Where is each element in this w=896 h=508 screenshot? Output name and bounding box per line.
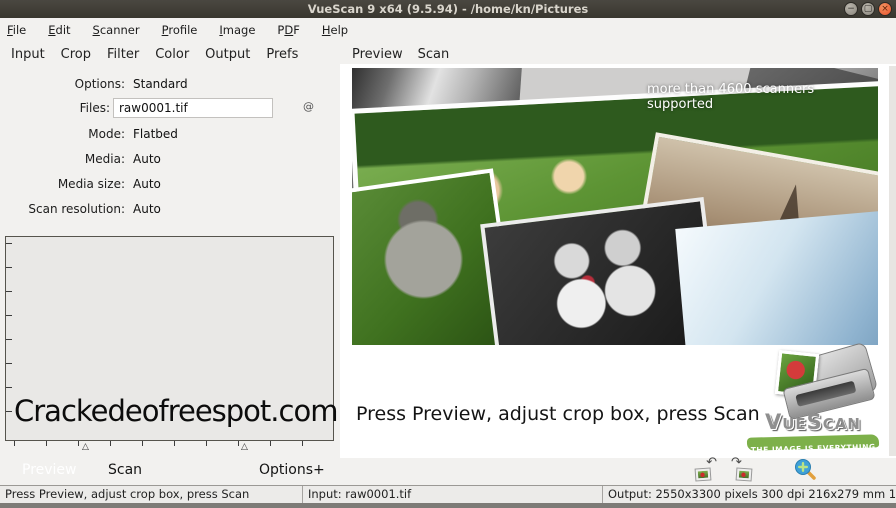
crop-marker-left[interactable]: △ (82, 442, 89, 452)
vuescan-window: VueScan 9 x64 (9.5.94) - /home/kn/Pictur… (0, 0, 896, 508)
files-label: Files: (79, 101, 110, 115)
preview-thumbnail-box[interactable]: Crackedeofreespot.com (5, 236, 338, 441)
tab-filter[interactable]: Filter (107, 47, 139, 62)
rotate-left-icon[interactable]: ↶ (694, 455, 717, 482)
menu-edit[interactable]: Edit (45, 22, 73, 38)
magnifier-glyph (795, 459, 816, 480)
media-value[interactable]: Auto (133, 149, 161, 169)
maximize-button[interactable]: ▢ (861, 2, 875, 16)
tab-scan[interactable]: Scan (418, 47, 450, 62)
zoom-in-icon[interactable] (793, 457, 817, 481)
logo-tagline-band: THE IMAGE IS EVERYTHING (746, 434, 880, 455)
at-button[interactable]: @ (303, 100, 314, 113)
vertical-ruler (6, 243, 12, 432)
rotate-right-icon[interactable]: ↷ (731, 455, 753, 482)
tab-crop[interactable]: Crop (61, 47, 91, 62)
window-title: VueScan 9 x64 (9.5.94) - /home/kn/Pictur… (307, 2, 589, 16)
scrollbar[interactable] (889, 66, 896, 456)
tab-input[interactable]: Input (11, 47, 45, 62)
menu-help[interactable]: Help (319, 22, 351, 38)
close-button[interactable]: × (878, 2, 892, 16)
tab-prefs[interactable]: Prefs (266, 47, 298, 62)
options-plus-button[interactable]: Options+ (259, 462, 325, 478)
scanner-slot (795, 380, 857, 407)
mode-value[interactable]: Flatbed (133, 124, 178, 144)
status-bar: Press Preview, adjust crop box, press Sc… (0, 485, 896, 503)
menu-pdf[interactable]: PDF (274, 22, 302, 38)
horizontal-ruler (14, 441, 326, 446)
tab-color[interactable]: Color (155, 47, 189, 62)
status-output: Output: 2550x3300 pixels 300 dpi 216x279… (602, 486, 896, 503)
rotate-left-photo-glyph (694, 467, 712, 482)
crop-marker-right[interactable]: △ (241, 442, 248, 452)
tab-preview[interactable]: Preview (352, 47, 403, 62)
scan-resolution-value[interactable]: Auto (133, 199, 161, 219)
preview-scan-tabs: Preview Scan (352, 47, 449, 62)
instruction-text: Press Preview, adjust crop box, press Sc… (356, 403, 760, 425)
media-size-label: Media size: (57, 177, 125, 191)
vuescan-logo: VueScan THE IMAGE IS EVERYTHING (743, 341, 883, 455)
scan-resolution-label: Scan resolution: (28, 202, 125, 216)
watermark-text: Crackedeofreespot.com (14, 394, 338, 428)
title-bar: VueScan 9 x64 (9.5.94) - /home/kn/Pictur… (0, 0, 896, 18)
window-controls: − ▢ × (844, 2, 892, 16)
menu-image[interactable]: Image (216, 22, 258, 38)
scanner-device-photo (675, 207, 878, 345)
preview-button[interactable]: Preview (22, 462, 77, 478)
media-label: Media: (84, 152, 125, 166)
minimize-button[interactable]: − (844, 2, 858, 16)
mode-label: Mode: (88, 127, 125, 141)
status-input: Input: raw0001.tif (302, 486, 602, 503)
menu-file[interactable]: File (4, 22, 29, 38)
files-input[interactable] (113, 98, 273, 118)
options-value[interactable]: Standard (133, 74, 188, 94)
option-tabs: Input Crop Filter Color Output Prefs (11, 47, 298, 62)
scan-button[interactable]: Scan (108, 462, 142, 478)
options-label: Options: (74, 77, 125, 91)
menu-bar: File Edit Scanner Profile Image PDF Help (0, 18, 896, 41)
logo-wordmark: VueScan (765, 410, 861, 434)
rotate-right-photo-glyph (735, 467, 753, 482)
scanners-supported-caption: more than 4600 scanners supported (647, 82, 815, 112)
menu-profile[interactable]: Profile (159, 22, 201, 38)
menu-scanner[interactable]: Scanner (90, 22, 143, 38)
button-bar: Preview Scan Options+ (0, 458, 896, 485)
status-hint: Press Preview, adjust crop box, press Sc… (5, 487, 250, 501)
splash-collage-image: SNAP more than 4600 scanners supported (352, 68, 878, 345)
window-bottom-edge (0, 503, 896, 508)
tab-output[interactable]: Output (205, 47, 250, 62)
media-size-value[interactable]: Auto (133, 174, 161, 194)
